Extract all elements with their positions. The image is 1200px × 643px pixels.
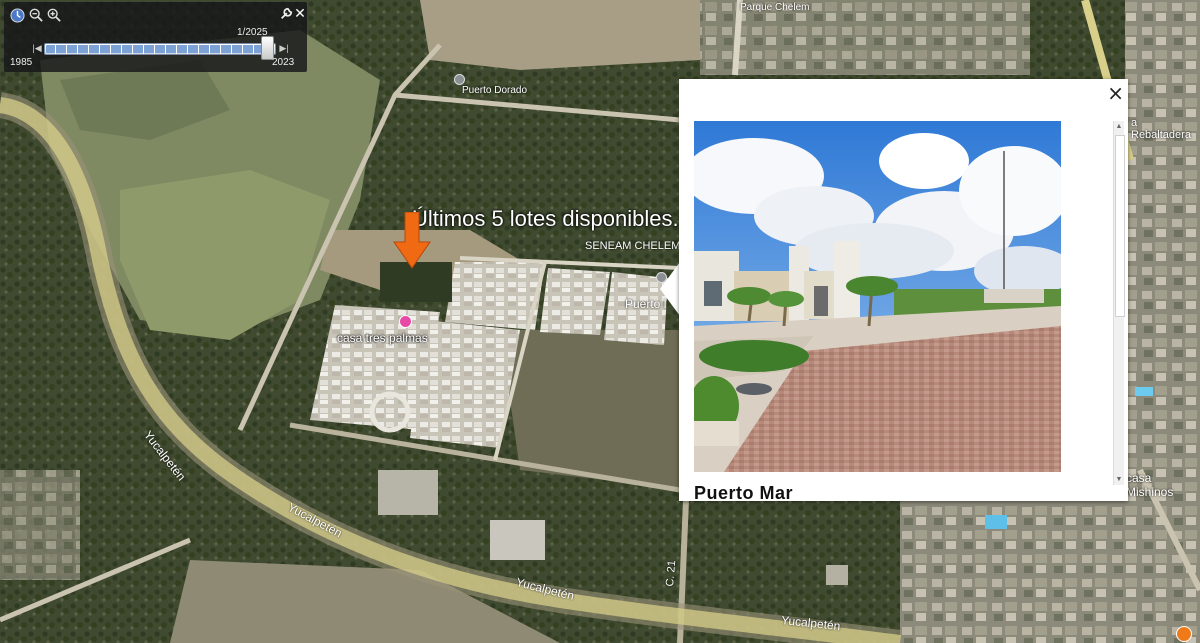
- label-casa-mishinos[interactable]: casa Mishinos: [1126, 471, 1200, 499]
- previous-date-button[interactable]: |◀: [29, 40, 45, 56]
- timeline-end-year: 2023: [272, 57, 295, 68]
- timeline-slider[interactable]: [44, 43, 276, 55]
- place-marker-icon[interactable]: [454, 74, 465, 85]
- timeline-ticks: [45, 44, 275, 54]
- close-button[interactable]: ×: [1107, 83, 1124, 103]
- label-la-rebaltadera[interactable]: a Rebaltadera: [1131, 117, 1200, 141]
- popup-pointer: [660, 262, 680, 316]
- zoom-out-icon[interactable]: [28, 7, 44, 23]
- label-casa-tres-palmas[interactable]: casa tres palmas: [337, 331, 428, 345]
- label-seneam[interactable]: SENEAM CHELEM: [585, 240, 680, 252]
- announcement-text: Últimos 5 lotes disponibles.: [412, 206, 679, 231]
- zoom-in-icon[interactable]: [46, 7, 62, 23]
- home-marker-icon[interactable]: [399, 315, 412, 328]
- clock-icon[interactable]: [9, 7, 25, 23]
- label-puerto-dorado[interactable]: Puerto Dorado: [462, 85, 527, 96]
- popup-scrollbar[interactable]: ▲ ▼: [1113, 121, 1125, 485]
- label-c21: C. 21: [664, 559, 679, 588]
- place-marker-icon[interactable]: [1176, 626, 1192, 642]
- place-photo[interactable]: [694, 121, 1061, 472]
- location-arrow-icon: [393, 212, 431, 269]
- timeline-start-year: 1985: [10, 57, 33, 68]
- label-parque[interactable]: Parque Chelem: [740, 2, 809, 13]
- scroll-thumb[interactable]: [1115, 135, 1125, 317]
- scroll-up-icon[interactable]: ▲: [1114, 123, 1124, 130]
- next-date-button[interactable]: ▶|: [276, 40, 292, 56]
- close-icon[interactable]: ✕: [292, 6, 308, 22]
- scroll-down-icon[interactable]: ▼: [1114, 476, 1124, 483]
- place-info-popup: × ▲ ▼ Puerto Mar: [679, 79, 1128, 501]
- historical-imagery-toolbar: ✕ 1/2025 |◀ ▶| 1985 2023: [4, 2, 307, 72]
- place-title: Puerto Mar: [694, 483, 794, 501]
